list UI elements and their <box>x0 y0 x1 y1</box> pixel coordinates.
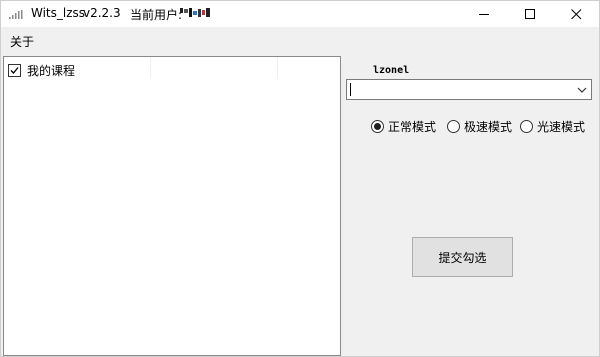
menu-bar: 关于 <box>1 27 599 53</box>
mode-label: 极速模式 <box>464 119 513 134</box>
radio-selected-dot <box>374 122 381 130</box>
maximize-button[interactable] <box>507 1 553 27</box>
current-user-label: 当前用户: <box>130 8 183 22</box>
app-title: Wits_lzss <box>31 6 86 20</box>
minimize-button[interactable] <box>461 1 507 27</box>
maximize-icon <box>524 8 535 19</box>
course-checkbox[interactable] <box>8 63 21 77</box>
close-button[interactable] <box>553 1 599 27</box>
close-icon <box>570 8 581 19</box>
text-caret <box>350 83 351 96</box>
account-dropdown[interactable] <box>346 79 592 100</box>
radio-button[interactable] <box>447 119 460 133</box>
radio-button[interactable] <box>371 119 384 133</box>
mode-label: 正常模式 <box>388 119 437 134</box>
mode-label: 光速模式 <box>537 119 586 134</box>
column-divider <box>277 57 278 79</box>
account-label: lzonel <box>373 65 410 76</box>
menu-item-about[interactable]: 关于 <box>10 33 34 50</box>
signal-bars-icon <box>9 10 23 19</box>
minimize-icon <box>478 13 489 15</box>
title-bar[interactable]: Wits_lzss v2.2.3 当前用户: <box>1 1 599 27</box>
column-divider <box>150 57 151 79</box>
radio-normal-mode[interactable]: 正常模式 <box>371 118 436 134</box>
chevron-down-icon[interactable] <box>576 84 588 96</box>
submit-selection-button[interactable]: 提交勾选 <box>412 237 513 277</box>
course-tree-panel[interactable]: 我的课程 <box>3 56 341 356</box>
radio-button[interactable] <box>520 119 533 133</box>
course-item-my-courses[interactable]: 我的课程 <box>8 62 75 78</box>
app-window: Wits_lzss v2.2.3 当前用户: 关于 我的课程 lzonel 正常… <box>0 0 600 357</box>
app-version: v2.2.3 <box>83 6 121 20</box>
course-item-label: 我的课程 <box>27 63 76 78</box>
radio-fast-mode[interactable]: 极速模式 <box>447 118 512 134</box>
radio-lightspeed-mode[interactable]: 光速模式 <box>520 118 585 134</box>
checkmark-icon <box>10 66 19 74</box>
redacted-username <box>180 8 210 17</box>
